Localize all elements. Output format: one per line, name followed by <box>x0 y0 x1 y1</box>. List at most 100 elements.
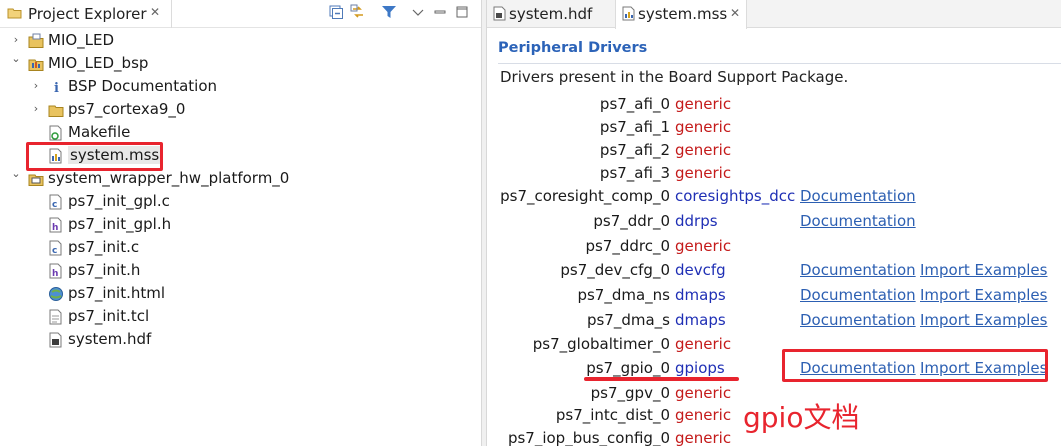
project-explorer-pane: Project Explorer ✕ › MIO_LED ⌄ MIO_LED_bsp ›… <box>0 0 481 446</box>
h-file-icon: h <box>49 217 62 233</box>
annotation-text: gpio文档 <box>743 401 860 434</box>
tree-item[interactable]: h ps7_init_gpl.h <box>0 214 481 237</box>
documentation-link[interactable]: Documentation <box>800 286 916 304</box>
highlight-underline-gpio <box>584 377 739 381</box>
tree-item[interactable]: ps7_init.html <box>0 283 481 306</box>
info-icon: i <box>54 81 59 95</box>
driver-name: devcfg <box>675 261 726 279</box>
svg-text:c: c <box>52 200 57 210</box>
editor-tab-bar: system.hdf system.mss ✕ <box>487 0 1061 29</box>
tree-item[interactable]: › MIO_LED <box>0 30 481 53</box>
driver-name: generic <box>675 335 732 353</box>
driver-row: ps7_afi_3 generic <box>487 164 1061 187</box>
project-explorer-tab[interactable]: Project Explorer ✕ <box>0 0 172 28</box>
svg-text:h: h <box>52 269 58 279</box>
tree-item-label: BSP Documentation <box>68 77 217 95</box>
tree-item[interactable]: c ps7_init_gpl.c <box>0 191 481 214</box>
close-icon[interactable]: ✕ <box>730 6 740 20</box>
html-file-icon <box>49 287 63 301</box>
minimize-icon[interactable] <box>432 4 448 20</box>
driver-name: generic <box>675 141 732 159</box>
peripheral-name: ps7_afi_0 <box>599 95 670 113</box>
tree-item-label: ps7_init.c <box>68 238 140 256</box>
documentation-link[interactable]: Documentation <box>800 187 916 205</box>
driver-row: ps7_afi_0 generic <box>487 95 1061 118</box>
tab-system-hdf[interactable]: system.hdf <box>487 0 615 28</box>
driver-row: ps7_afi_2 generic <box>487 141 1061 164</box>
chevron-right-icon[interactable]: › <box>30 102 42 116</box>
import-examples-link[interactable]: Import Examples <box>920 261 1047 279</box>
driver-name: generic <box>675 237 732 255</box>
peripheral-name: ps7_coresight_comp_0 <box>500 187 670 205</box>
project-folder-icon <box>28 33 44 48</box>
project-explorer-title: Project Explorer <box>28 5 147 23</box>
project-explorer-header: Project Explorer ✕ <box>0 0 481 28</box>
driver-name: generic <box>675 384 732 402</box>
folder-icon <box>7 8 22 19</box>
bsp-folder-icon <box>28 59 44 71</box>
section-description: Drivers present in the Board Support Pac… <box>500 68 849 86</box>
tree-item[interactable]: › i BSP Documentation <box>0 76 481 99</box>
hw-platform-icon <box>28 174 44 186</box>
section-title: Peripheral Drivers <box>498 40 648 56</box>
documentation-link[interactable]: Documentation <box>800 212 916 230</box>
tree-item[interactable]: ⌄ MIO_LED_bsp <box>0 52 481 76</box>
tree-item[interactable]: › ps7_cortexa9_0 <box>0 99 481 122</box>
folder-icon <box>48 105 64 117</box>
driver-name: generic <box>675 164 732 182</box>
tree-item-label: Makefile <box>68 123 131 141</box>
peripheral-name: ps7_gpv_0 <box>590 384 670 402</box>
maximize-icon[interactable] <box>454 4 470 20</box>
tree-item[interactable]: ⌄ system_wrapper_hw_platform_0 <box>0 167 481 191</box>
close-icon[interactable]: ✕ <box>150 5 160 19</box>
tree-item-label: ps7_init.tcl <box>68 307 150 325</box>
svg-text:c: c <box>52 246 57 256</box>
tab-label: system.mss <box>638 5 728 23</box>
highlight-box-gpio-links <box>782 349 1048 382</box>
import-examples-link[interactable]: Import Examples <box>920 286 1047 304</box>
collapse-all-icon[interactable] <box>328 4 344 20</box>
tree-item-label: ps7_init_gpl.h <box>68 215 172 233</box>
tree-item[interactable]: h ps7_init.h <box>0 260 481 283</box>
peripheral-name: ps7_afi_2 <box>599 141 670 159</box>
section-divider <box>498 63 1061 64</box>
highlight-box-system-mss <box>26 142 163 171</box>
peripheral-name: ps7_afi_1 <box>599 118 670 136</box>
tcl-file-icon <box>49 309 62 325</box>
driver-row: ps7_ddr_0 ddrps Documentation <box>487 212 1061 235</box>
import-examples-link[interactable]: Import Examples <box>920 311 1047 329</box>
tree-item-label: system.hdf <box>68 330 152 348</box>
documentation-link[interactable]: Documentation <box>800 261 916 279</box>
driver-row: ps7_ddrc_0 generic <box>487 237 1061 260</box>
peripheral-name: ps7_ddr_0 <box>593 212 670 230</box>
tree-item[interactable]: system.hdf <box>0 329 481 352</box>
tree-item-label: ps7_init.h <box>68 261 141 279</box>
view-menu-icon[interactable] <box>410 4 426 20</box>
driver-row: ps7_dma_s dmaps Documentation Import Exampl… <box>487 311 1061 334</box>
peripheral-name: ps7_dma_s <box>586 311 670 329</box>
driver-name: dmaps <box>675 311 726 329</box>
tab-system-mss[interactable]: system.mss ✕ <box>615 0 747 29</box>
documentation-link[interactable]: Documentation <box>800 311 916 329</box>
chevron-right-icon[interactable]: › <box>30 79 42 93</box>
driver-row: ps7_coresight_comp_0 coresightps_dcc Docum… <box>487 187 1061 210</box>
chevron-down-icon[interactable]: ⌄ <box>10 167 22 181</box>
peripheral-name: ps7_dma_ns <box>577 286 670 304</box>
mss-file-icon <box>622 6 635 21</box>
driver-row: ps7_dev_cfg_0 devcfg Documentation Import E… <box>487 261 1061 284</box>
tree-item-label: ps7_cortexa9_0 <box>68 100 186 118</box>
chevron-right-icon[interactable]: › <box>10 33 22 47</box>
peripheral-name: ps7_globaltimer_0 <box>532 335 670 353</box>
chevron-down-icon[interactable]: ⌄ <box>10 52 22 66</box>
svg-text:i: i <box>54 81 59 95</box>
driver-name: dmaps <box>675 286 726 304</box>
c-file-icon: c <box>49 240 62 256</box>
link-with-editor-icon[interactable] <box>350 4 366 20</box>
tree-item[interactable]: ps7_init.tcl <box>0 306 481 329</box>
tree-item[interactable]: c ps7_init.c <box>0 237 481 260</box>
tree-item-label: MIO_LED <box>48 31 115 49</box>
driver-name: ddrps <box>675 212 718 230</box>
hdf-file-icon <box>493 6 506 21</box>
driver-row: ps7_dma_ns dmaps Documentation Import Examp… <box>487 286 1061 309</box>
filter-icon[interactable] <box>381 4 397 20</box>
